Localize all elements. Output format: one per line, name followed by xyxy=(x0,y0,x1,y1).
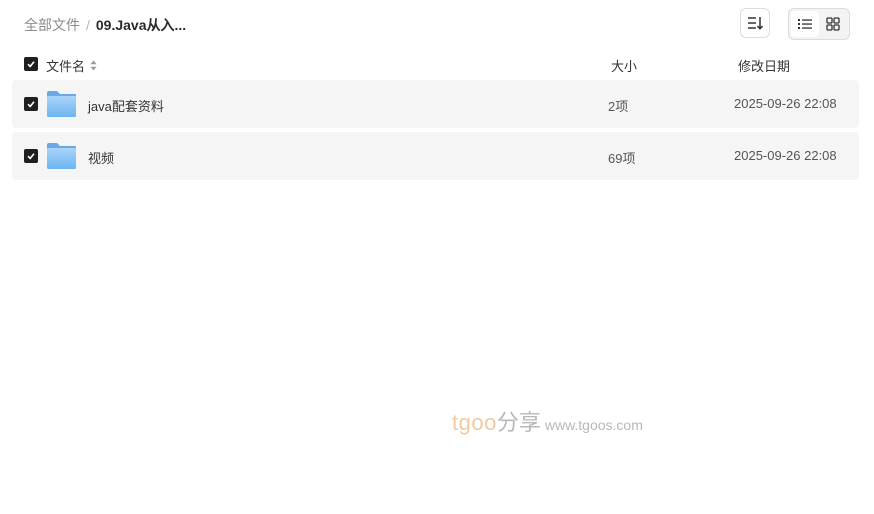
table-row[interactable]: java配套资料 2项 2025-09-26 22:08 xyxy=(12,80,859,128)
row-checkbox[interactable] xyxy=(24,97,38,111)
check-icon xyxy=(27,61,35,68)
table-header: 文件名 大小 修改日期 xyxy=(12,52,859,76)
column-header-name-label: 文件名 xyxy=(46,59,86,74)
breadcrumb-current: 09.Java从入... xyxy=(95,17,187,33)
breadcrumb-root-link[interactable]: 全部文件 xyxy=(24,15,80,35)
watermark: tgoo 分享 www.tgoos.com xyxy=(452,405,643,437)
file-size: 2项 xyxy=(608,99,629,114)
list-view-button[interactable] xyxy=(791,11,819,37)
sort-list-icon xyxy=(748,17,763,30)
breadcrumb: 全部文件 / 09.Java从入... xyxy=(24,15,186,35)
sort-arrows-icon xyxy=(90,60,97,71)
folder-icon xyxy=(47,143,76,169)
grid-view-icon xyxy=(826,17,840,31)
column-header-date[interactable]: 修改日期 xyxy=(738,56,790,75)
row-checkbox[interactable] xyxy=(24,149,38,163)
view-toggle xyxy=(788,8,850,40)
file-date: 2025-09-26 22:08 xyxy=(734,96,837,111)
column-header-name[interactable]: 文件名 xyxy=(46,56,97,75)
select-all-checkbox[interactable] xyxy=(24,57,38,71)
watermark-brand: tgoo xyxy=(452,410,497,435)
check-icon xyxy=(27,101,35,108)
watermark-cn: 分享 xyxy=(496,410,541,435)
breadcrumb-separator: / xyxy=(86,17,90,33)
list-view-icon xyxy=(798,19,812,29)
table-row[interactable]: 视频 69项 2025-09-26 22:08 xyxy=(12,132,859,180)
folder-icon xyxy=(47,91,76,117)
sort-button[interactable] xyxy=(740,8,770,38)
file-date: 2025-09-26 22:08 xyxy=(734,148,837,163)
file-size: 69项 xyxy=(608,151,636,166)
column-header-size[interactable]: 大小 xyxy=(611,56,637,75)
check-icon xyxy=(27,153,35,160)
grid-view-button[interactable] xyxy=(819,11,847,37)
file-name[interactable]: 视频 xyxy=(88,148,114,167)
file-name[interactable]: java配套资料 xyxy=(88,96,164,115)
watermark-url: www.tgoos.com xyxy=(544,417,643,433)
